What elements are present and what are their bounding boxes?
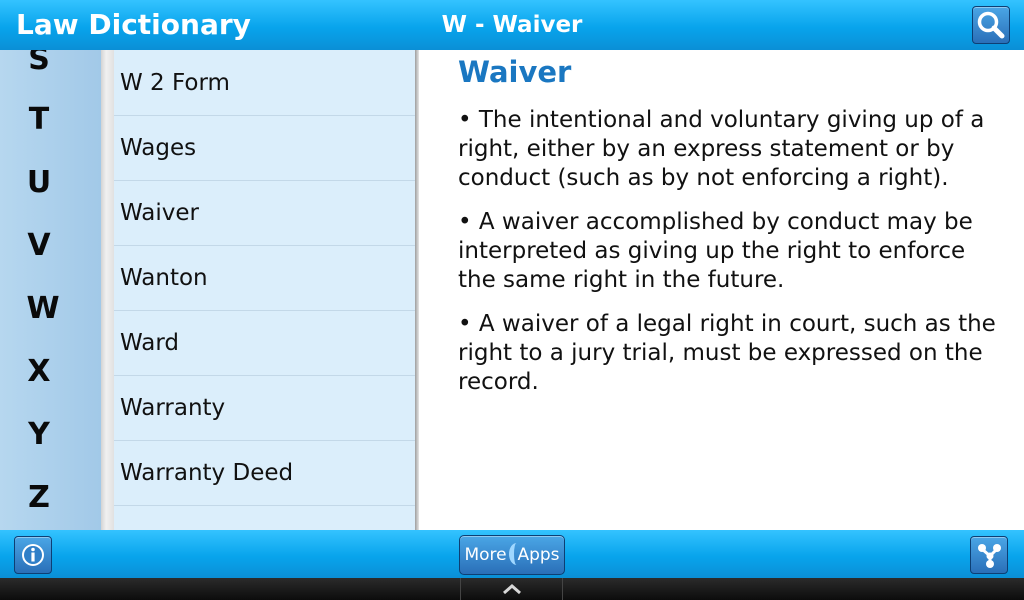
system-nav-bar bbox=[0, 578, 1024, 600]
term-label: Warranty bbox=[120, 395, 226, 421]
term-label: Warranty Deed bbox=[120, 460, 294, 486]
alphabet-letter-y[interactable]: Y bbox=[0, 418, 78, 452]
term-list-item-selected[interactable]: Waiver bbox=[114, 181, 415, 246]
alphabet-letter-z[interactable]: Z bbox=[0, 481, 78, 515]
term-label: Wanton bbox=[120, 265, 208, 291]
alphabet-letter-t[interactable]: T bbox=[0, 103, 78, 137]
alphabet-letter-u[interactable]: U bbox=[0, 166, 78, 200]
term-heading: Waiver bbox=[458, 55, 572, 89]
content-divider bbox=[415, 50, 419, 530]
page-title: W - Waiver bbox=[441, 12, 583, 38]
alphabet-index: S T U V W X Y Z bbox=[0, 50, 101, 530]
share-icon bbox=[978, 544, 1001, 568]
term-list-item[interactable]: W 2 Form bbox=[114, 51, 415, 116]
info-button[interactable] bbox=[14, 536, 52, 574]
term-label: Ward bbox=[120, 330, 180, 356]
alphabet-letter-w[interactable]: W bbox=[4, 292, 82, 326]
term-list-item[interactable]: Warranty bbox=[114, 376, 415, 441]
chevron-up-icon[interactable] bbox=[498, 578, 526, 600]
definition-paragraph: • A waiver accomplished by conduct may b… bbox=[458, 209, 973, 293]
alphabet-letter-s[interactable]: S bbox=[0, 50, 78, 77]
nav-separator bbox=[460, 578, 461, 600]
info-icon bbox=[22, 544, 44, 566]
more-apps-button[interactable]: More Apps bbox=[459, 535, 565, 575]
top-bar: Law Dictionary W - Waiver bbox=[0, 0, 1024, 50]
term-list-item[interactable]: Ward bbox=[114, 311, 415, 376]
term-list-item[interactable]: Wages bbox=[114, 116, 415, 181]
term-label: Waiver bbox=[120, 200, 199, 226]
definition-paragraph: • A waiver of a legal right in court, su… bbox=[458, 311, 996, 395]
search-button[interactable] bbox=[972, 6, 1010, 44]
term-label: W 2 Form bbox=[120, 70, 230, 96]
swoosh-icon bbox=[509, 543, 524, 565]
term-list-item-partial[interactable] bbox=[114, 506, 415, 530]
term-label: Wages bbox=[120, 135, 197, 161]
definition-paragraph: • The intentional and voluntary giving u… bbox=[458, 107, 985, 191]
term-list-item[interactable]: Warranty Deed bbox=[114, 441, 415, 506]
alphabet-letter-x[interactable]: X bbox=[0, 355, 78, 389]
term-list-item[interactable]: Wanton bbox=[114, 246, 415, 311]
term-list: W 2 Form Wages Waiver Wanton Ward Warran… bbox=[114, 50, 415, 530]
search-icon bbox=[977, 11, 1005, 39]
column-divider bbox=[101, 50, 114, 530]
share-button[interactable] bbox=[970, 536, 1008, 574]
alphabet-letter-v[interactable]: V bbox=[0, 229, 78, 263]
definition-panel: Waiver • The intentional and voluntary g… bbox=[458, 52, 1008, 395]
nav-separator bbox=[562, 578, 563, 600]
